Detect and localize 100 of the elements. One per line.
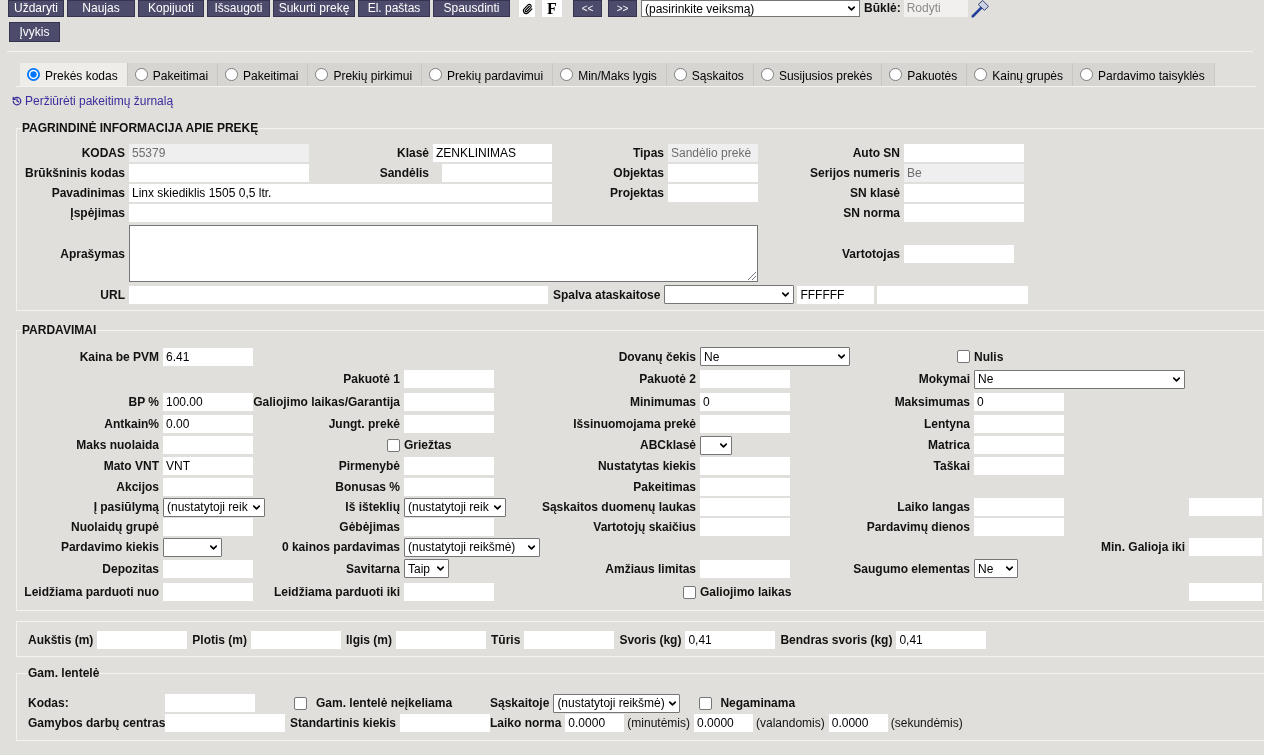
- text-field[interactable]: [974, 457, 1064, 475]
- text-field[interactable]: ZENKLINIMAS: [433, 144, 552, 162]
- toolbar-button[interactable]: Kopijuoti: [138, 0, 204, 17]
- checkbox[interactable]: [957, 350, 970, 363]
- tab[interactable]: Pardavimo taisyklės: [1073, 63, 1215, 86]
- text-field[interactable]: [974, 518, 1064, 536]
- text-field[interactable]: [1189, 583, 1262, 601]
- nav-button[interactable]: <<: [573, 0, 602, 17]
- text-field[interactable]: [700, 457, 790, 475]
- text-field[interactable]: [163, 477, 253, 496]
- tab[interactable]: Pakuotės: [882, 63, 968, 86]
- text-field[interactable]: [163, 436, 253, 454]
- text-field[interactable]: [404, 457, 494, 475]
- dropdown[interactable]: (nustatytoji reikšmė): [404, 537, 540, 557]
- nav-button[interactable]: >>: [608, 0, 637, 17]
- text-field[interactable]: 0: [700, 393, 790, 411]
- history-link[interactable]: Peržiūrėti pakeitimų žurnalą: [12, 94, 174, 108]
- text-field[interactable]: [404, 393, 494, 411]
- text-field[interactable]: [1189, 538, 1262, 556]
- text-field[interactable]: [700, 559, 790, 578]
- text-field[interactable]: 0.0000: [694, 713, 754, 732]
- toolbar-button[interactable]: Įvykis: [9, 22, 60, 42]
- attach-button[interactable]: [519, 0, 535, 17]
- text-field[interactable]: [524, 631, 615, 649]
- text-field[interactable]: [442, 164, 552, 182]
- hammer-icon[interactable]: [970, 0, 989, 18]
- text-field[interactable]: [700, 477, 790, 496]
- toolbar-button[interactable]: Uždaryti: [8, 0, 64, 17]
- text-field[interactable]: [668, 164, 758, 182]
- text-field[interactable]: [165, 694, 255, 712]
- dropdown[interactable]: [700, 435, 732, 455]
- tab[interactable]: Prekės kodas: [20, 63, 128, 86]
- text-field[interactable]: [163, 559, 253, 578]
- text-field[interactable]: [700, 414, 790, 433]
- text-field[interactable]: [129, 285, 548, 304]
- dropdown[interactable]: [163, 537, 222, 557]
- toolbar-button[interactable]: Spausdinti: [433, 0, 510, 17]
- text-field[interactable]: [700, 498, 790, 516]
- text-field[interactable]: [404, 370, 494, 388]
- dropdown[interactable]: [664, 285, 795, 304]
- text-field[interactable]: [974, 498, 1064, 516]
- text-field[interactable]: Linx skiediklis 1505 0,5 ltr.: [129, 184, 552, 202]
- text-field[interactable]: [904, 204, 1024, 222]
- text-field[interactable]: [668, 184, 758, 202]
- dropdown[interactable]: (nustatytoji reik: [163, 497, 265, 517]
- text-field[interactable]: [904, 184, 1024, 202]
- checkbox[interactable]: [699, 696, 713, 710]
- text-field[interactable]: [404, 518, 494, 536]
- tab[interactable]: Susijusios prekės: [753, 63, 883, 86]
- text-field[interactable]: [396, 631, 487, 649]
- text-field[interactable]: [1189, 498, 1262, 516]
- text-field[interactable]: [904, 144, 1024, 162]
- toolbar-button[interactable]: Naujas: [67, 0, 135, 17]
- checkbox[interactable]: [683, 585, 696, 599]
- dropdown[interactable]: (nustatytoji reikšmė): [553, 693, 681, 713]
- text-field[interactable]: 0,41: [896, 631, 987, 649]
- tab[interactable]: Min/Maks lygis: [553, 63, 667, 86]
- tab[interactable]: Pakeitimai: [127, 63, 219, 86]
- toolbar-button[interactable]: Sukurti prekę: [273, 0, 355, 17]
- text-field[interactable]: 0,41: [685, 631, 776, 649]
- text-area[interactable]: [129, 225, 758, 282]
- text-field[interactable]: [251, 631, 341, 649]
- tab[interactable]: Sąskaitos: [666, 63, 754, 86]
- text-field[interactable]: [974, 414, 1064, 433]
- dropdown[interactable]: Ne: [700, 347, 850, 366]
- text-field[interactable]: 0: [974, 393, 1064, 411]
- text-field[interactable]: VNT: [163, 457, 253, 475]
- text-field[interactable]: [400, 713, 491, 732]
- text-field[interactable]: [700, 518, 790, 536]
- text-field[interactable]: [904, 244, 1014, 263]
- dropdown[interactable]: Taip: [404, 559, 449, 578]
- tab[interactable]: Prekių pirkimui: [308, 63, 423, 86]
- text-field[interactable]: [163, 583, 253, 601]
- dropdown[interactable]: Ne: [974, 559, 1018, 578]
- format-button[interactable]: F: [542, 0, 562, 17]
- text-field[interactable]: [163, 518, 253, 536]
- text-field[interactable]: 100.00: [163, 393, 253, 411]
- text-field[interactable]: 0.00: [163, 414, 253, 433]
- tab[interactable]: Kainų grupės: [967, 63, 1073, 86]
- dropdown[interactable]: Ne: [974, 369, 1185, 389]
- text-field[interactable]: [129, 164, 309, 182]
- toolbar-button[interactable]: El. paštas: [358, 0, 430, 17]
- tab[interactable]: Pakeitimai: [218, 63, 309, 86]
- text-field[interactable]: 6.41: [163, 347, 253, 366]
- action-dropdown[interactable]: (pasirinkite veiksmą): [641, 0, 860, 17]
- text-field[interactable]: [97, 631, 188, 649]
- toolbar-button[interactable]: Išsaugoti: [207, 0, 270, 17]
- dropdown[interactable]: (nustatytoji reik: [404, 497, 506, 517]
- text-field[interactable]: [700, 370, 790, 388]
- checkbox[interactable]: [387, 438, 400, 452]
- checkbox[interactable]: [294, 696, 307, 710]
- text-field[interactable]: [129, 204, 552, 222]
- text-field[interactable]: [404, 414, 494, 433]
- text-field[interactable]: [974, 436, 1064, 454]
- text-field[interactable]: FFFFFF: [797, 285, 875, 304]
- text-field[interactable]: 0.0000: [565, 713, 625, 732]
- text-field[interactable]: [404, 477, 494, 496]
- tab[interactable]: Prekių pardavimui: [422, 63, 554, 86]
- text-field[interactable]: [404, 583, 494, 601]
- text-field[interactable]: [165, 713, 285, 732]
